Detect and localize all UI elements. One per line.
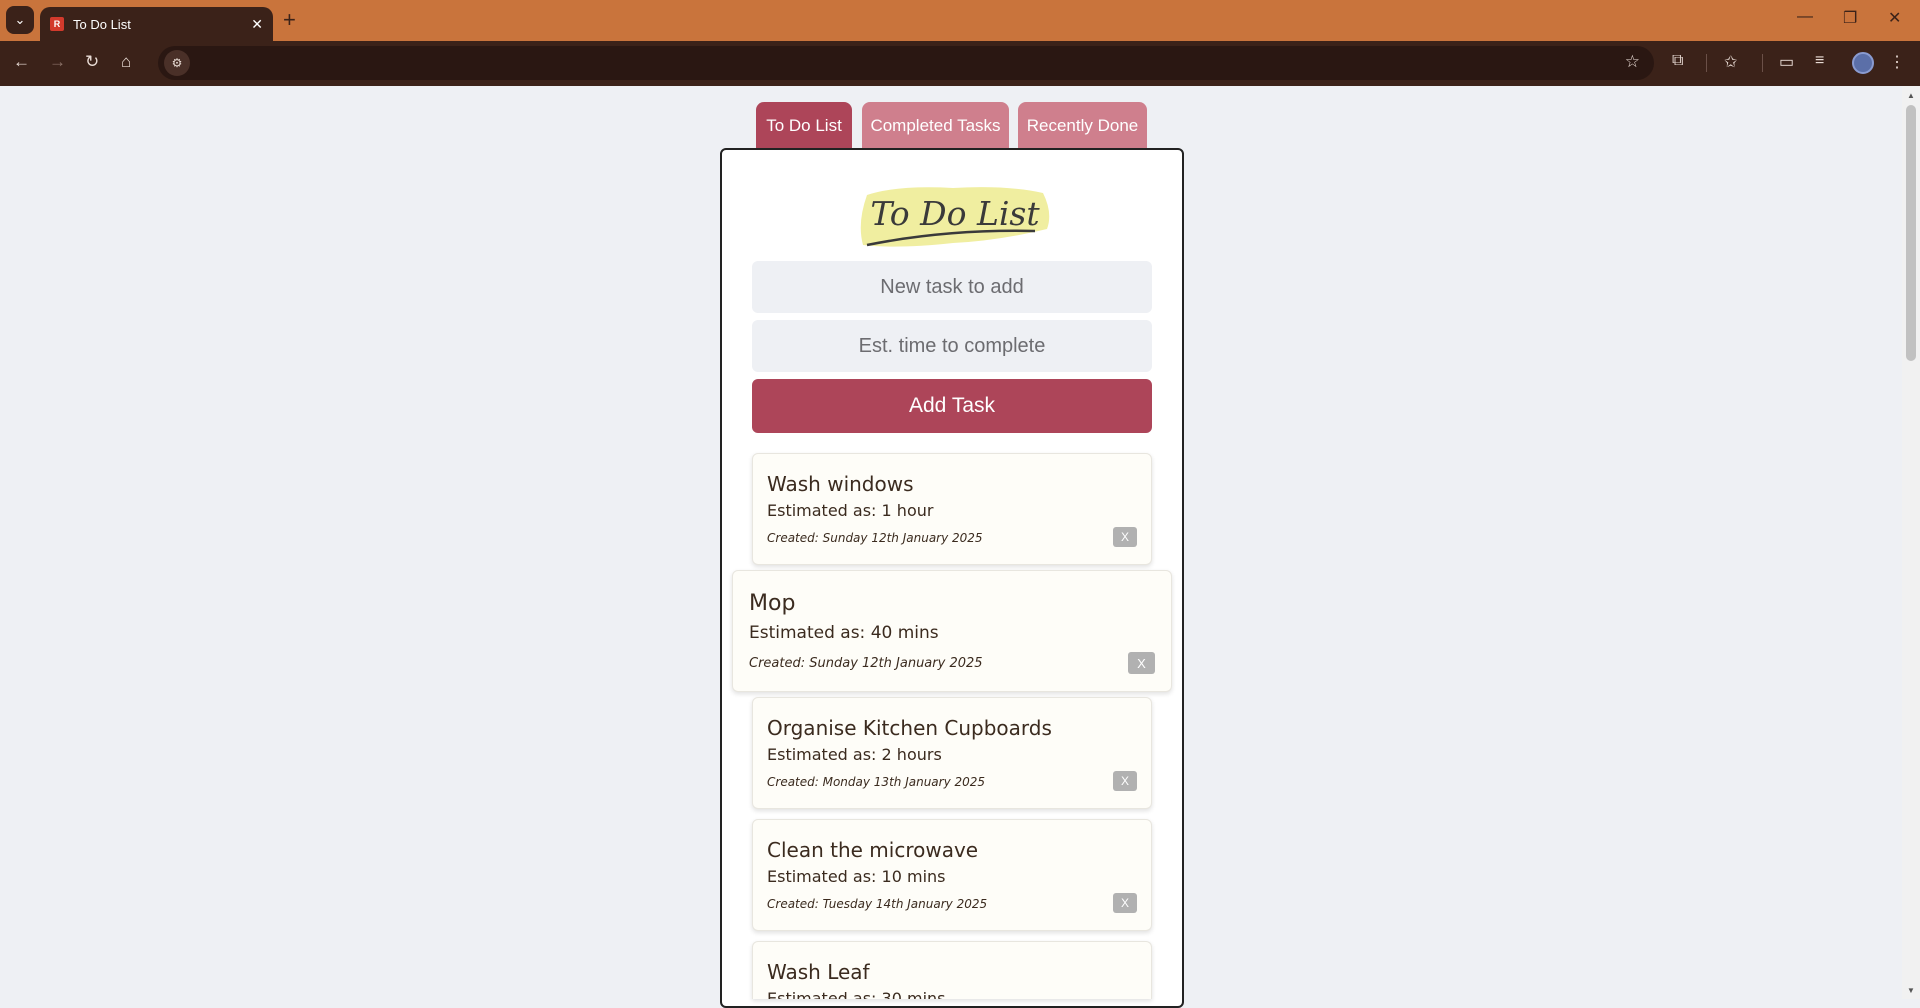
bookmark-star-icon[interactable]: ☆ bbox=[1625, 52, 1640, 72]
delete-task-button[interactable]: X bbox=[1128, 652, 1155, 674]
task-created-date: Created: Sunday 12th January 2025 bbox=[749, 656, 983, 671]
restore-icon[interactable]: ❐ bbox=[1843, 8, 1857, 28]
address-bar[interactable]: ⚙ ☆ bbox=[158, 46, 1654, 80]
estimated-time-input[interactable] bbox=[752, 320, 1152, 372]
minimize-icon[interactable]: — bbox=[1797, 8, 1813, 26]
tab-completed-tasks[interactable]: Completed Tasks bbox=[862, 102, 1009, 149]
delete-task-button[interactable]: X bbox=[1113, 527, 1137, 547]
add-task-button[interactable]: Add Task bbox=[752, 379, 1152, 433]
close-tab-icon[interactable]: ✕ bbox=[251, 16, 263, 33]
profile-avatar[interactable] bbox=[1852, 52, 1874, 74]
logo-text: To Do List bbox=[870, 194, 1040, 233]
task-name: Wash windows bbox=[767, 472, 914, 496]
media-controls-icon[interactable]: ≡ bbox=[1815, 52, 1824, 70]
task-card[interactable]: Organise Kitchen Cupboards Estimated as:… bbox=[752, 697, 1152, 809]
menu-icon[interactable]: ⋮ bbox=[1889, 52, 1905, 72]
task-name: Mop bbox=[749, 591, 796, 616]
tab-recently-done[interactable]: Recently Done bbox=[1018, 102, 1147, 149]
new-task-input[interactable] bbox=[752, 261, 1152, 313]
tab-search-icon[interactable]: ⌄ bbox=[6, 6, 34, 34]
task-name: Clean the microwave bbox=[767, 838, 979, 862]
task-estimate: Estimated as: 1 hour bbox=[767, 501, 934, 520]
browser-tab[interactable]: R To Do List ✕ bbox=[40, 7, 273, 41]
scrollbar-thumb[interactable] bbox=[1906, 105, 1916, 361]
toolbar-divider bbox=[1706, 54, 1707, 72]
task-card[interactable]: Wash windows Estimated as: 1 hour Create… bbox=[752, 453, 1152, 565]
new-tab-button[interactable]: + bbox=[283, 8, 296, 32]
back-icon[interactable]: ← bbox=[13, 52, 30, 72]
scroll-up-icon[interactable]: ▲ bbox=[1907, 91, 1915, 100]
task-created-date: Created: Monday 13th January 2025 bbox=[767, 775, 986, 789]
task-estimate: Estimated as: 2 hours bbox=[767, 745, 942, 764]
delete-task-button[interactable]: X bbox=[1113, 771, 1137, 791]
page-scrollbar[interactable]: ▲ ▼ bbox=[1902, 86, 1920, 999]
close-window-icon[interactable]: ✕ bbox=[1888, 8, 1901, 28]
delete-task-button[interactable]: X bbox=[1113, 893, 1137, 913]
forward-icon[interactable]: → bbox=[49, 52, 66, 72]
browser-title-bar: ⌄ R To Do List ✕ + — ❐ ✕ bbox=[0, 0, 1920, 41]
task-created-date: Created: Tuesday 14th January 2025 bbox=[767, 897, 988, 911]
task-name: Organise Kitchen Cupboards bbox=[767, 716, 1052, 740]
tab-to-do-list[interactable]: To Do List bbox=[756, 102, 852, 149]
scroll-down-icon[interactable]: ▼ bbox=[1907, 986, 1915, 995]
task-estimate: Estimated as: 30 mins bbox=[767, 989, 946, 999]
task-name: Wash Leaf bbox=[767, 960, 870, 984]
task-card[interactable]: Mop Estimated as: 40 mins Created: Sunda… bbox=[732, 570, 1172, 692]
reload-icon[interactable]: ↻ bbox=[85, 52, 99, 72]
task-estimate: Estimated as: 40 mins bbox=[749, 623, 939, 643]
bookmarks-icon[interactable]: ✩ bbox=[1724, 52, 1737, 72]
cast-icon[interactable]: ▭ bbox=[1779, 52, 1794, 72]
toolbar-divider bbox=[1762, 54, 1763, 72]
browser-toolbar: ← → ↻ ⌂ ⚙ ☆ ⧉ ✩ ▭ ≡ ⋮ bbox=[0, 41, 1920, 86]
task-card[interactable]: Clean the microwave Estimated as: 10 min… bbox=[752, 819, 1152, 931]
task-card[interactable]: Wash Leaf Estimated as: 30 mins bbox=[752, 941, 1152, 999]
favicon-icon: R bbox=[50, 17, 64, 31]
browser-tab-title: To Do List bbox=[73, 16, 131, 32]
task-estimate: Estimated as: 10 mins bbox=[767, 867, 946, 886]
task-created-date: Created: Sunday 12th January 2025 bbox=[767, 531, 983, 545]
site-info-icon[interactable]: ⚙ bbox=[164, 50, 190, 76]
extensions-icon[interactable]: ⧉ bbox=[1672, 52, 1683, 70]
to-do-list-logo: To Do List bbox=[860, 187, 1050, 247]
home-icon[interactable]: ⌂ bbox=[121, 52, 131, 72]
